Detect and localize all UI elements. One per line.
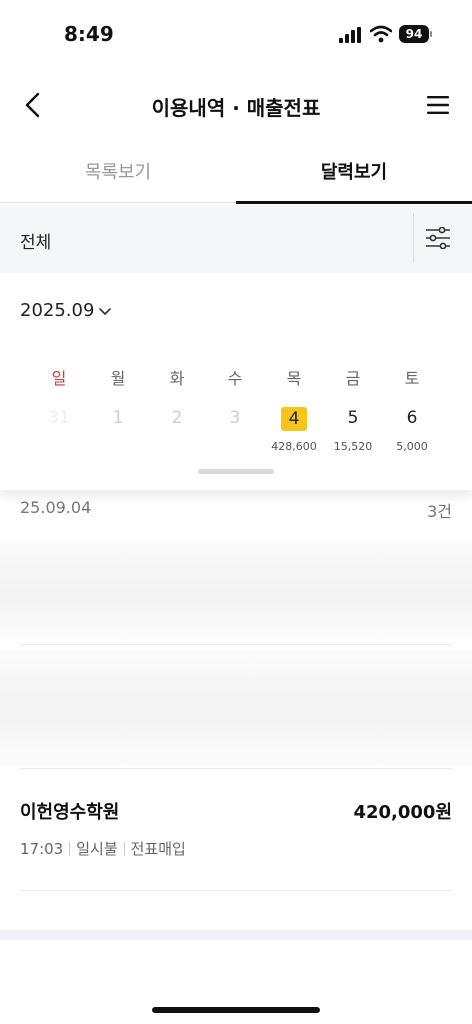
weekday-fri: 금: [345, 369, 361, 388]
weekday-sat: 토: [404, 369, 420, 388]
blurred-list-item: [0, 540, 472, 640]
bottom-band: [0, 930, 472, 940]
transaction-type: 전표매입: [130, 840, 186, 858]
payment-type: 일시불: [76, 840, 118, 858]
battery-tip: [430, 31, 432, 37]
calendar-day: 31: [48, 408, 70, 428]
merchant-name[interactable]: 이헌영수학원: [20, 798, 119, 824]
battery-level: 94: [405, 27, 423, 41]
transaction-meta: 17:03 일시불 전표매입: [20, 838, 186, 859]
meta-separator: [69, 841, 71, 856]
weekday-sun: 일: [51, 369, 67, 388]
calendar-day[interactable]: 6: [392, 408, 432, 428]
chevron-down-icon[interactable]: [98, 306, 112, 318]
list-divider: [20, 768, 452, 769]
battery-icon: 94: [399, 25, 429, 43]
cellular-signal-icon: [339, 27, 361, 43]
weekday-thu: 목: [286, 369, 302, 388]
calendar-day[interactable]: 3: [215, 408, 255, 428]
list-date: 25.09.04: [20, 498, 92, 517]
tab-calendar-view[interactable]: 달력보기: [236, 158, 472, 184]
list-divider: [20, 644, 452, 645]
tab-list-view[interactable]: 목록보기: [0, 158, 236, 184]
month-selector[interactable]: 2025.09: [20, 300, 94, 321]
list-divider: [20, 890, 452, 891]
calendar-day-selected[interactable]: 4: [281, 407, 307, 431]
calendar-day[interactable]: 5: [333, 408, 373, 428]
meta-separator: [123, 841, 125, 856]
filter-sliders-icon[interactable]: [425, 227, 451, 249]
calendar-day[interactable]: 2: [157, 408, 197, 428]
hamburger-menu-icon[interactable]: [427, 95, 449, 115]
weekday-wed: 수: [227, 369, 243, 388]
transaction-amount: 420,000원: [353, 802, 452, 823]
transaction-time: 17:03: [20, 839, 64, 858]
weekday-mon: 월: [110, 369, 126, 388]
filter-selected-label[interactable]: 전체: [20, 228, 51, 253]
active-tab-indicator: [236, 201, 472, 204]
blurred-list-item: [0, 650, 472, 765]
drag-handle[interactable]: [198, 469, 274, 474]
weekday-tue: 화: [169, 369, 185, 388]
status-time: 8:49: [64, 22, 114, 46]
page-title: 이용내역 · 매출전표: [151, 96, 321, 120]
wifi-icon: [370, 25, 392, 43]
day-amount: 5,000: [396, 440, 428, 453]
filter-separator: [413, 213, 414, 263]
filter-bar: [0, 205, 472, 273]
calendar-day[interactable]: 1: [98, 408, 138, 428]
list-count: 3건: [427, 502, 452, 521]
home-indicator[interactable]: [152, 1007, 320, 1013]
